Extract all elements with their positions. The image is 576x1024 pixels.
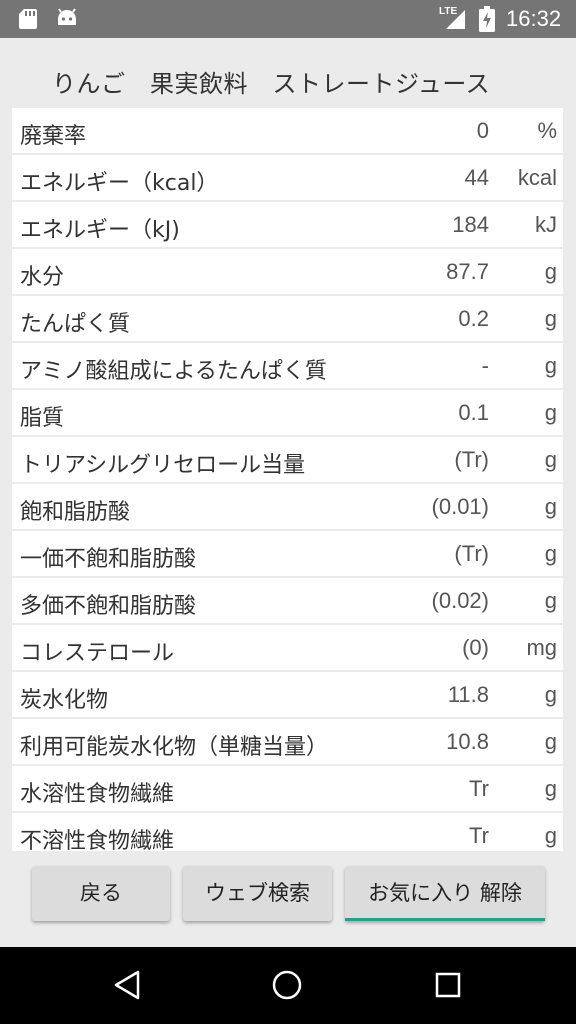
row-unit: g (544, 776, 557, 801)
row-name: エネルギー（kJ) (20, 218, 180, 243)
signal-icon (446, 10, 465, 29)
row-unit: % (537, 118, 557, 143)
row-name: アミノ酸組成によるたんぱく質 (20, 359, 327, 384)
row-value: Tr (469, 823, 489, 848)
android-icon (58, 8, 76, 25)
row-unit: g (544, 447, 557, 472)
row-value: 87.7 (446, 259, 489, 284)
row-unit: g (544, 729, 557, 754)
web-search-button[interactable]: ウェブ検索 (183, 866, 332, 921)
table-row: 水分 87.7 g (12, 249, 563, 294)
row-name: トリアシルグリセロール当量 (20, 453, 306, 478)
row-value: 184 (452, 212, 489, 237)
table-row: 脂質 0.1 g (12, 390, 563, 435)
table-row: 水溶性食物繊維 Tr g (12, 766, 563, 811)
row-value: (0.01) (431, 494, 489, 519)
table-row: アミノ酸組成によるたんぱく質 - g (12, 343, 563, 388)
row-unit: g (544, 306, 557, 331)
row-name: 一価不飽和脂肪酸 (20, 547, 197, 572)
row-name: 多価不飽和脂肪酸 (20, 594, 197, 619)
row-name: 廃棄率 (20, 124, 87, 149)
row-unit: g (544, 400, 557, 425)
row-unit: g (544, 494, 557, 519)
row-unit: g (544, 541, 557, 566)
row-unit: g (544, 353, 557, 378)
back-triangle-icon[interactable] (112, 969, 144, 1001)
row-value: (Tr) (454, 541, 489, 566)
table-row: たんぱく質 0.2 g (12, 296, 563, 341)
row-name: 不溶性食物繊維 (20, 829, 175, 851)
row-value: 44 (464, 165, 489, 190)
row-value: Tr (469, 776, 489, 801)
table-row: エネルギー（kcal） 44 kcal (12, 155, 563, 200)
table-row: 多価不飽和脂肪酸 (0.02) g (12, 578, 563, 623)
status-bar: LTE 16:32 (0, 0, 576, 38)
row-name: 水溶性食物繊維 (20, 782, 175, 807)
row-value: (Tr) (454, 447, 489, 472)
sd-card-icon (19, 9, 37, 29)
remove-favorite-button[interactable]: お気に入り 解除 (345, 866, 545, 921)
accent-underline (345, 918, 545, 921)
navigation-bar (0, 947, 576, 1024)
row-value: 0 (476, 118, 489, 143)
table-row: コレステロール (0) mg (12, 625, 563, 670)
row-unit: g (544, 682, 557, 707)
table-row: 廃棄率 0 % (12, 108, 563, 153)
row-value: (0.02) (431, 588, 489, 613)
row-unit: g (544, 823, 557, 848)
table-row: 一価不飽和脂肪酸 (Tr) g (12, 531, 563, 576)
row-name: 水分 (20, 265, 65, 290)
row-unit: kcal (517, 165, 557, 190)
row-value: (0) (462, 635, 489, 660)
row-value: - (481, 353, 489, 378)
row-name: 脂質 (20, 406, 65, 431)
row-value: 10.8 (446, 729, 489, 754)
row-name: 飽和脂肪酸 (20, 500, 131, 525)
table-row: エネルギー（kJ) 184 kJ (12, 202, 563, 247)
home-circle-icon[interactable] (271, 969, 303, 1001)
row-value: 0.2 (458, 306, 489, 331)
remove-favorite-label: お気に入り 解除 (368, 881, 522, 905)
row-unit: g (544, 259, 557, 284)
back-button[interactable]: 戻る (32, 866, 170, 921)
row-name: たんぱく質 (20, 312, 131, 337)
nutrition-table[interactable]: 廃棄率 0 % エネルギー（kcal） 44 kcal エネルギー（kJ) 18… (12, 108, 563, 851)
table-row: 利用可能炭水化物（単糖当量） 10.8 g (12, 719, 563, 764)
row-value: 11.8 (447, 682, 489, 707)
row-name: エネルギー（kcal） (20, 171, 219, 196)
row-unit: kJ (535, 212, 557, 237)
table-row: 炭水化物 11.8 g (12, 672, 563, 717)
row-name: 炭水化物 (20, 688, 109, 713)
page-title: りんご 果実飲料 ストレートジュース (52, 70, 491, 98)
row-name: コレステロール (20, 641, 175, 666)
row-name: 利用可能炭水化物（単糖当量） (20, 735, 329, 760)
table-row: トリアシルグリセロール当量 (Tr) g (12, 437, 563, 482)
table-row: 飽和脂肪酸 (0.01) g (12, 484, 563, 529)
battery-charging-icon (479, 6, 495, 32)
row-value: 0.1 (458, 400, 489, 425)
row-unit: mg (526, 635, 557, 660)
row-unit: g (544, 588, 557, 613)
clock: 16:32 (506, 6, 562, 31)
recents-square-icon[interactable] (432, 969, 464, 1001)
table-row: 不溶性食物繊維 Tr g (12, 813, 563, 851)
